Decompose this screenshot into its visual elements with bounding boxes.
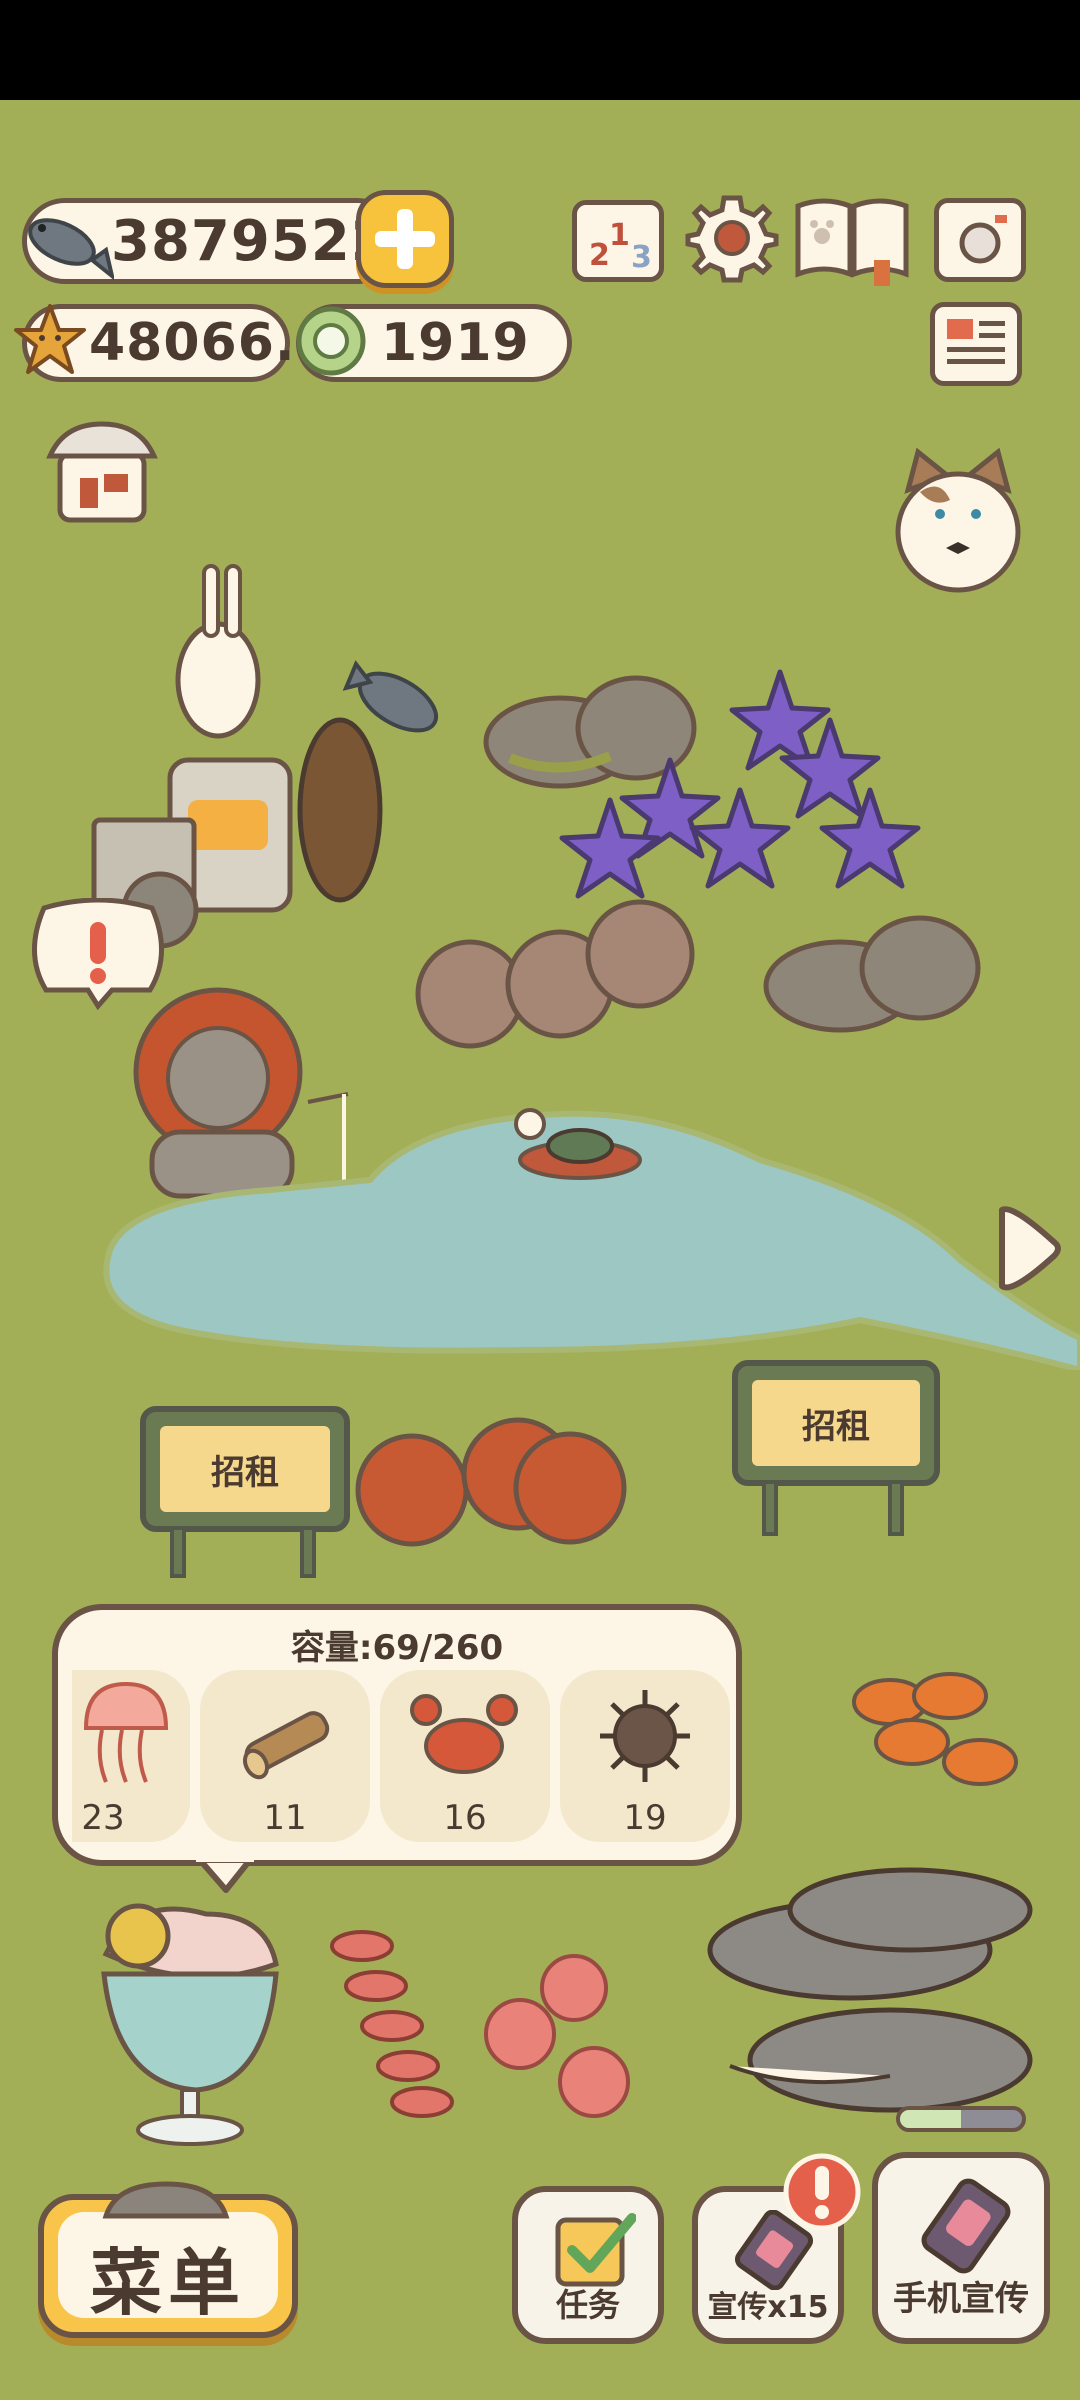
svg-text:2: 2 xyxy=(589,238,610,273)
sea-urchin-icon xyxy=(600,1690,690,1782)
starfish-cluster xyxy=(559,669,921,899)
pufferfish-group-top xyxy=(415,899,695,1049)
storage-item[interactable]: 23 xyxy=(72,1670,190,1842)
svg-text:1: 1 xyxy=(609,218,630,253)
rent-sign-left[interactable]: 招租 xyxy=(140,1406,350,1578)
crab-icon xyxy=(410,1694,518,1774)
clownfish-school xyxy=(852,1672,1018,1786)
tasks-button[interactable]: 任务 xyxy=(512,2186,664,2344)
menu-button-label: 菜单 xyxy=(89,2241,246,2325)
pufferfish-group-orange xyxy=(355,1417,627,1547)
phone-card-icon xyxy=(921,2178,1011,2274)
storage-item[interactable]: 16 xyxy=(380,1670,550,1842)
next-area-arrow-icon[interactable] xyxy=(992,1200,1064,1296)
news-button[interactable] xyxy=(930,302,1022,386)
turtle-boat xyxy=(514,1108,642,1180)
camera-button[interactable] xyxy=(934,198,1026,282)
token-currency-icon xyxy=(296,306,366,376)
jellyfish-icon xyxy=(83,1681,169,1783)
wood-log-icon xyxy=(242,1711,330,1780)
rock-pile-right xyxy=(763,915,981,1033)
tasks-button-label: 任务 xyxy=(555,2286,620,2324)
pink-coral xyxy=(484,1954,630,2118)
storage-item-count: 16 xyxy=(443,1798,487,1838)
storage-item[interactable]: 11 xyxy=(200,1670,370,1842)
alert-badge-icon xyxy=(783,2153,861,2231)
add-currency-button[interactable] xyxy=(356,190,454,288)
shrimp-skewers xyxy=(330,1930,454,2118)
fish-currency-value: 3879522 xyxy=(111,208,391,274)
collection-book-icon[interactable] xyxy=(792,192,912,288)
phone-promote-button-label: 手机宣传 xyxy=(893,2279,1029,2319)
rent-sign-label: 招租 xyxy=(752,1380,920,1466)
plus-icon xyxy=(375,209,435,269)
storage-item-count: 11 xyxy=(263,1798,307,1838)
leaderboard-button[interactable]: 2 1 3 xyxy=(572,200,664,282)
shark-progress-bar xyxy=(896,2106,1026,2132)
promote-button-label: 宣传x15 xyxy=(707,2290,829,2325)
fish-icon xyxy=(342,660,438,733)
shark-school xyxy=(707,1867,1033,2113)
status-bar xyxy=(0,0,1080,100)
newspaper-icon xyxy=(947,319,1005,364)
fish-currency-icon xyxy=(28,218,114,281)
shop-icon[interactable] xyxy=(44,418,160,526)
svg-text:3: 3 xyxy=(631,240,652,275)
rent-sign-right[interactable]: 招租 xyxy=(732,1360,940,1540)
token-currency-value: 1919 xyxy=(381,313,530,373)
storage-capacity-label: 容量:69/260 xyxy=(290,1628,504,1668)
cat-avatar[interactable] xyxy=(890,448,1026,596)
phone-promote-button[interactable]: 手机宣传 xyxy=(872,2152,1050,2344)
star-currency-icon xyxy=(14,304,86,374)
clipboard-clip-icon xyxy=(102,2181,230,2219)
storage-panel-tail xyxy=(196,1860,254,1893)
podium-icon: 2 1 3 xyxy=(589,218,652,275)
parfait-dessert xyxy=(101,1903,279,2146)
camera-icon xyxy=(959,215,1007,264)
storage-item[interactable]: 19 xyxy=(560,1670,730,1842)
settings-gear-icon[interactable] xyxy=(684,190,780,286)
rent-sign-label: 招租 xyxy=(160,1426,330,1512)
